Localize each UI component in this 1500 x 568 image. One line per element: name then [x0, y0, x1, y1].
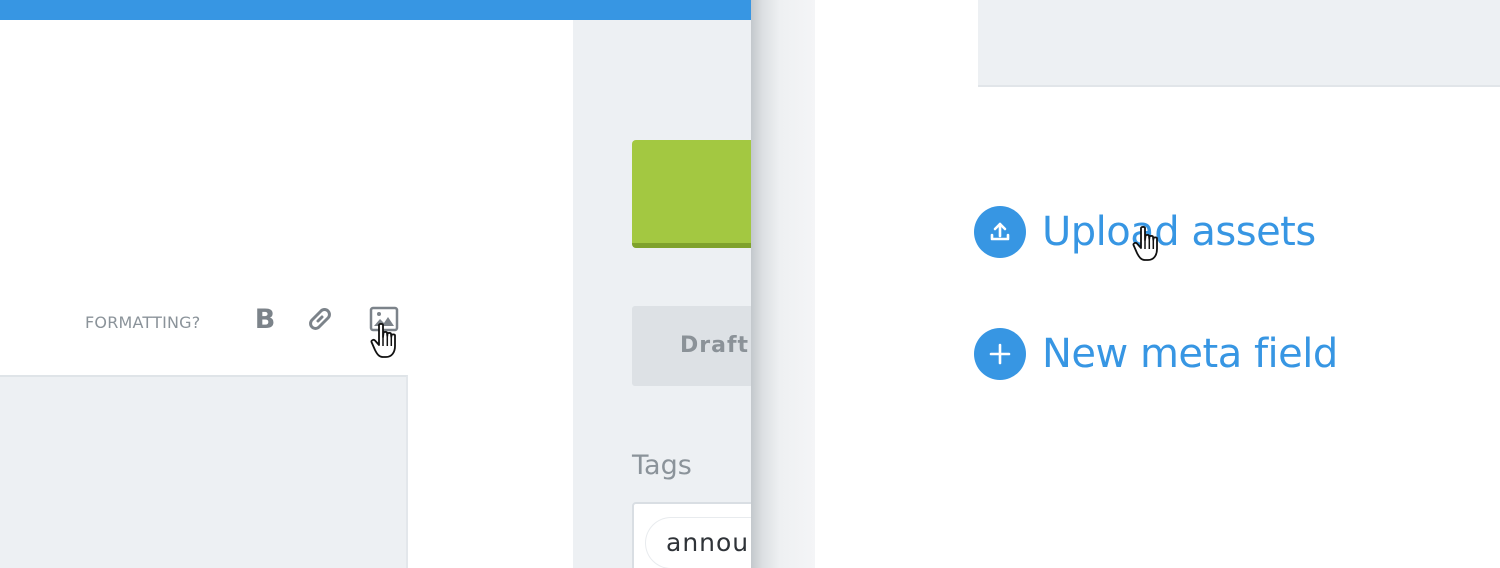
formatting-toolbar: FORMATTING? B — [0, 296, 573, 346]
image-icon — [369, 306, 399, 332]
link-button[interactable] — [304, 302, 336, 336]
tag-chip[interactable]: annou — [646, 518, 751, 568]
new-meta-field-button[interactable]: New meta field — [974, 327, 1338, 381]
upload-icon-circle — [974, 206, 1026, 258]
screenshot-stage: FORMATTING? B Draft Tags annou Upload as… — [0, 0, 1500, 568]
formatting-help-link[interactable]: FORMATTING? — [85, 313, 200, 332]
content-preview-area — [0, 375, 408, 568]
upload-assets-button[interactable]: Upload assets — [974, 205, 1316, 259]
publish-sidebar — [573, 20, 751, 568]
editor-top-bar — [0, 0, 751, 20]
tags-heading: Tags — [632, 450, 692, 481]
upload-assets-label: Upload assets — [1042, 209, 1316, 255]
new-meta-field-label: New meta field — [1042, 331, 1338, 377]
publish-button[interactable] — [632, 140, 751, 248]
plus-icon-circle — [974, 328, 1026, 380]
bold-button[interactable]: B — [249, 302, 281, 336]
insert-image-button[interactable] — [368, 302, 400, 336]
tags-input[interactable]: annou — [632, 502, 751, 568]
draft-button[interactable]: Draft — [632, 306, 751, 386]
post-editor-panel: FORMATTING? B Draft Tags annou — [0, 0, 751, 568]
upload-icon — [990, 222, 1010, 241]
bold-icon: B — [254, 303, 276, 335]
asset-dropzone[interactable] — [978, 0, 1500, 87]
link-icon — [309, 308, 331, 330]
draft-button-label: Draft — [680, 333, 750, 358]
plus-icon — [989, 343, 1011, 365]
panel-divider-shadow — [751, 0, 815, 568]
